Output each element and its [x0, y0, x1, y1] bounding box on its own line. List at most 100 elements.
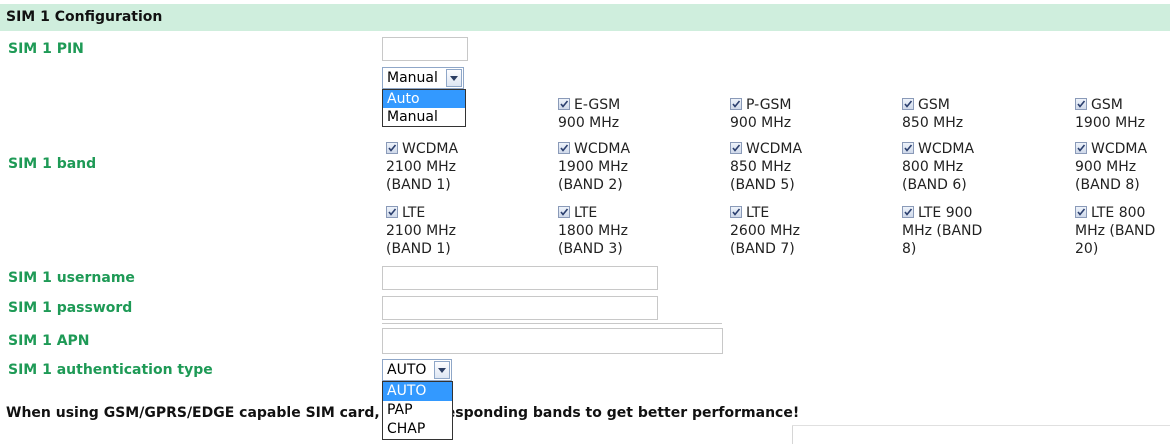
band-name: GSM	[1091, 97, 1123, 113]
band-detail: MHz (BAND	[1075, 223, 1156, 239]
band-detail: 900 MHz	[1075, 159, 1137, 175]
band-detail: 1900 MHz	[558, 159, 629, 175]
band-checkbox[interactable]	[902, 206, 914, 218]
band-option: P-GSM 900 MHz	[730, 96, 860, 132]
band-option: GSM 850 MHz	[902, 96, 1032, 132]
band-option-title: P-GSM	[730, 96, 860, 114]
band-mode-select[interactable]: Manual	[382, 67, 464, 89]
band-checkbox[interactable]	[902, 98, 914, 110]
panel-edge-vertical	[792, 426, 793, 444]
apn-input[interactable]	[382, 328, 723, 354]
band-mode-option-manual[interactable]: Manual	[383, 108, 465, 126]
band-detail: (BAND 6)	[902, 177, 967, 193]
auth-option-auto[interactable]: AUTO	[383, 382, 452, 401]
band-option-title: WCDMA	[386, 140, 516, 158]
band-checkbox[interactable]	[730, 98, 742, 110]
password-input[interactable]	[382, 296, 658, 320]
apn-label: SIM 1 APN	[8, 333, 90, 349]
band-name: P-GSM	[746, 97, 792, 113]
band-option-title: LTE	[386, 204, 516, 222]
band-option-title: LTE	[558, 204, 688, 222]
band-checkbox[interactable]	[730, 206, 742, 218]
band-note-right: responding bands to get better performan…	[438, 405, 800, 421]
band-name: LTE 900	[918, 205, 973, 221]
band-detail: (BAND 5)	[730, 177, 795, 193]
band-option-title: E-GSM	[558, 96, 688, 114]
auth-option-chap[interactable]: CHAP	[383, 420, 452, 439]
band-name: WCDMA	[574, 141, 631, 157]
band-option-title: WCDMA	[558, 140, 688, 158]
band-option: WCDMA 2100 MHz (BAND 1)	[386, 140, 516, 194]
band-note-left: When using GSM/GPRS/EDGE capable SIM car…	[6, 405, 393, 421]
band-option-title: LTE	[730, 204, 860, 222]
band-detail: (BAND 8)	[1075, 177, 1140, 193]
auth-type-label: SIM 1 authentication type	[8, 362, 213, 378]
pin-input[interactable]	[382, 37, 468, 61]
chevron-down-icon[interactable]	[434, 361, 450, 379]
band-detail: 850 MHz	[902, 115, 964, 131]
band-name: WCDMA	[1091, 141, 1148, 157]
band-option-title: GSM	[902, 96, 1032, 114]
band-detail: 800 MHz	[902, 159, 964, 175]
band-detail: 2600 MHz	[730, 223, 801, 239]
band-checkbox[interactable]	[1075, 98, 1087, 110]
band-detail: (BAND 1)	[386, 177, 451, 193]
band-option: LTE 2100 MHz (BAND 1)	[386, 204, 516, 258]
apn-divider	[382, 323, 722, 324]
chevron-down-icon[interactable]	[446, 69, 462, 87]
username-input[interactable]	[382, 266, 658, 290]
band-name: LTE 800	[1091, 205, 1146, 221]
band-option: WCDMA 800 MHz (BAND 6)	[902, 140, 1032, 194]
band-checkbox[interactable]	[558, 206, 570, 218]
band-option: LTE 1800 MHz (BAND 3)	[558, 204, 688, 258]
band-detail: 850 MHz	[730, 159, 792, 175]
band-name: E-GSM	[574, 97, 621, 113]
band-detail: 1800 MHz	[558, 223, 629, 239]
password-label: SIM 1 password	[8, 300, 133, 316]
band-name: GSM	[918, 97, 950, 113]
band-name: LTE	[574, 205, 598, 221]
band-option-title: GSM	[1075, 96, 1170, 114]
band-checkbox[interactable]	[1075, 206, 1087, 218]
band-mode-value: Manual	[387, 70, 438, 86]
pin-label: SIM 1 PIN	[8, 41, 84, 57]
band-detail: MHz (BAND	[902, 223, 983, 239]
band-checkbox[interactable]	[730, 142, 742, 154]
band-detail: 900 MHz	[730, 115, 792, 131]
band-option-title: LTE 900	[902, 204, 1032, 222]
band-checkbox[interactable]	[386, 206, 398, 218]
auth-type-value: AUTO	[387, 362, 427, 378]
auth-option-pap[interactable]: PAP	[383, 401, 452, 420]
band-option: LTE 2600 MHz (BAND 7)	[730, 204, 860, 258]
band-label: SIM 1 band	[8, 156, 97, 172]
band-option: WCDMA 1900 MHz (BAND 2)	[558, 140, 688, 194]
auth-type-dropdown: AUTO PAP CHAP	[382, 381, 453, 440]
band-name: WCDMA	[746, 141, 803, 157]
band-detail: (BAND 3)	[558, 241, 623, 257]
band-option: WCDMA 900 MHz (BAND 8)	[1075, 140, 1170, 194]
band-checkbox[interactable]	[558, 98, 570, 110]
band-detail: 2100 MHz	[386, 159, 457, 175]
band-option-title: WCDMA	[730, 140, 860, 158]
band-detail: 1900 MHz	[1075, 115, 1146, 131]
panel-edge	[792, 425, 1170, 426]
band-checkbox[interactable]	[902, 142, 914, 154]
band-option-title: WCDMA	[902, 140, 1032, 158]
auth-type-select[interactable]: AUTO	[382, 359, 452, 381]
section-header: SIM 1 Configuration	[0, 4, 1170, 31]
band-name: LTE	[746, 205, 770, 221]
band-detail: (BAND 7)	[730, 241, 795, 257]
band-detail: 8)	[902, 241, 917, 257]
band-checkbox[interactable]	[386, 142, 398, 154]
band-option-title: LTE 800	[1075, 204, 1170, 222]
band-checkbox[interactable]	[558, 142, 570, 154]
username-label: SIM 1 username	[8, 270, 135, 286]
band-checkbox[interactable]	[1075, 142, 1087, 154]
band-option: E-GSM 900 MHz	[558, 96, 688, 132]
band-name: WCDMA	[918, 141, 975, 157]
band-name: LTE	[402, 205, 426, 221]
band-detail: (BAND 2)	[558, 177, 623, 193]
band-option-title: WCDMA	[1075, 140, 1170, 158]
band-mode-option-auto[interactable]: Auto	[383, 90, 465, 108]
band-option: LTE 800 MHz (BAND 20)	[1075, 204, 1170, 258]
